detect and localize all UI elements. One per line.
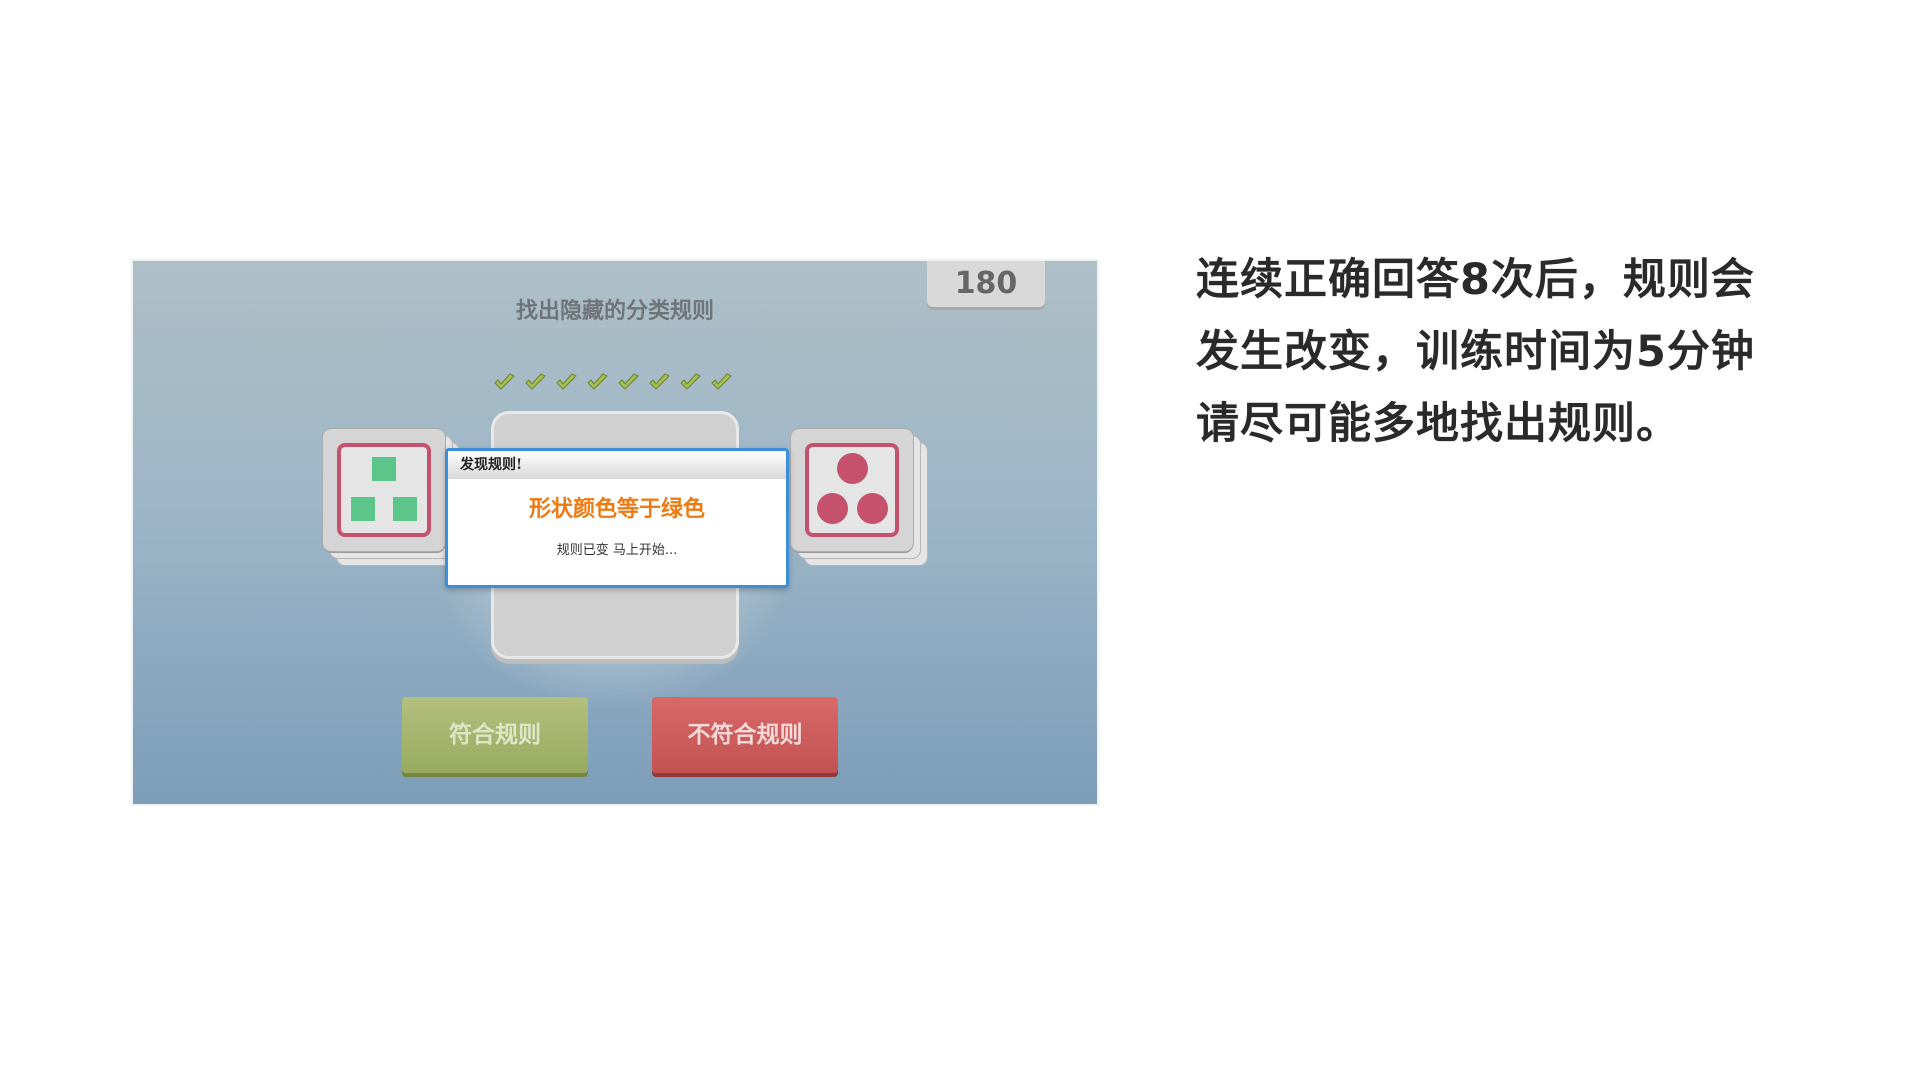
rule-found-dialog: 发现规则! 形状颜色等于绿色 规则已变 马上开始... (445, 448, 789, 588)
check-icon (618, 373, 639, 390)
check-icon (525, 373, 546, 390)
card-frame (805, 443, 899, 537)
dialog-subtext: 规则已变 马上开始... (556, 543, 678, 558)
dialog-header: 发现规则! (448, 451, 786, 479)
green-square (393, 497, 417, 521)
check-icon (494, 373, 515, 390)
right-card[interactable] (791, 429, 913, 551)
pink-circle (857, 493, 888, 524)
pink-circle (837, 453, 868, 484)
caption-line: 连续正确回答8次后，规则会 (1196, 255, 1755, 305)
caption: 连续正确回答8次后，规则会 发生改变，训练时间为5分钟 请尽可能多地找出规则。 (1196, 244, 1896, 460)
match-rule-button[interactable]: 符合规则 (402, 697, 588, 773)
check-icon (556, 373, 577, 390)
game-title: 找出隐藏的分类规则 (515, 299, 714, 324)
green-square (351, 497, 375, 521)
check-icon (711, 373, 732, 390)
rule-text: 形状颜色等于绿色 (528, 497, 705, 522)
caption-line: 发生改变，训练时间为5分钟 (1196, 327, 1755, 377)
green-square (372, 457, 396, 481)
right-card-deck[interactable] (791, 429, 941, 579)
progress-checks (493, 373, 733, 393)
pink-circle (817, 493, 848, 524)
no-match-rule-button[interactable]: 不符合规则 (652, 697, 838, 773)
left-card[interactable] (323, 429, 445, 551)
check-icon (587, 373, 608, 390)
caption-line: 请尽可能多地找出规则。 (1196, 399, 1680, 449)
card-frame (337, 443, 431, 537)
check-icon (649, 373, 670, 390)
check-icon (680, 373, 701, 390)
game-screen: 180 找出隐藏的分类规则 发现规则! 形状颜色等于绿色 规则已变 马上开始..… (133, 261, 1097, 804)
